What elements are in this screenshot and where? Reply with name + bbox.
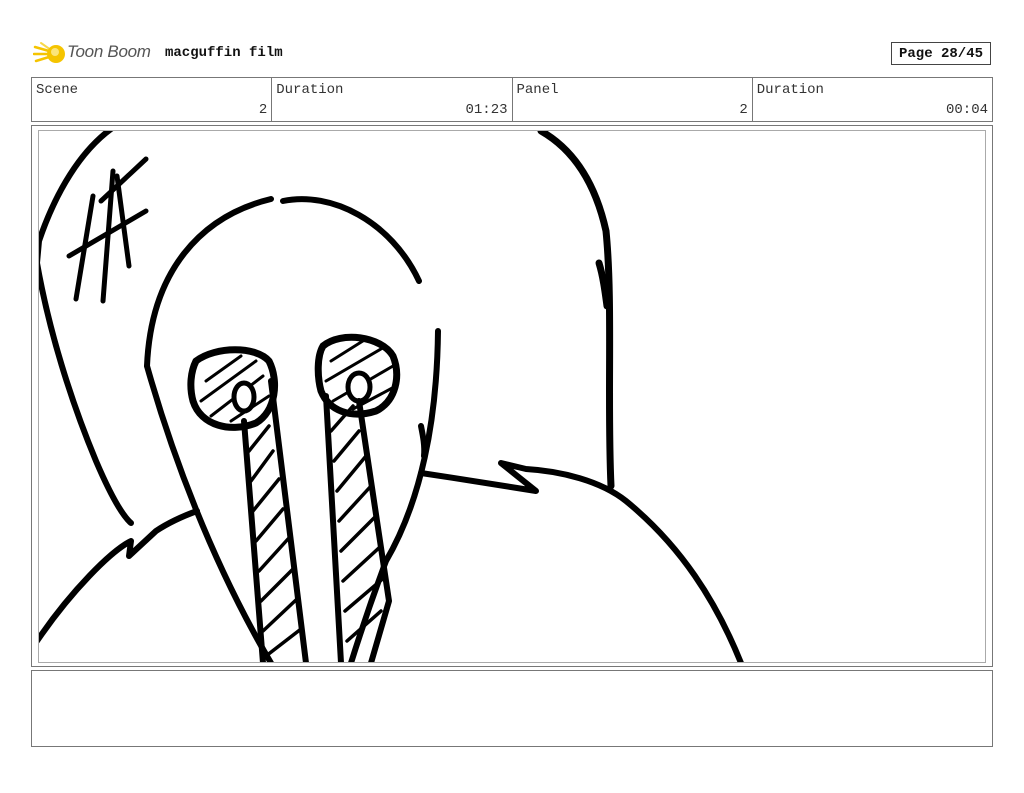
- hood-left-edge: [39, 260, 134, 526]
- scene-value: 2: [258, 102, 268, 118]
- character-sketch: [39, 131, 744, 662]
- panel-value: 2: [739, 102, 748, 118]
- eye-right-pupil: [345, 370, 373, 404]
- scene-duration-cell: Duration 01:23: [272, 78, 513, 121]
- hood-outline: [39, 131, 114, 266]
- scene-label: Scene: [36, 82, 79, 98]
- tear-right: [323, 393, 392, 662]
- scene-cell: Scene 2: [32, 78, 273, 121]
- toon-boom-logo: [33, 38, 67, 70]
- scene-duration-value: 01:23: [465, 102, 508, 118]
- info-table: Scene 2 Duration 01:23 Panel 2 Duration …: [31, 77, 993, 122]
- panel-duration-cell: Duration 00:04: [753, 78, 992, 121]
- panel-drawing-area: [38, 130, 986, 663]
- panel-duration-value: 00:04: [945, 102, 988, 118]
- panel-cell: Panel 2: [513, 78, 753, 121]
- eye-left-pupil: [231, 380, 257, 414]
- panel-label: Panel: [516, 82, 559, 98]
- page-indicator: Page 28/45: [891, 42, 991, 65]
- scene-duration-label: Duration: [276, 82, 344, 98]
- panel-duration-label: Duration: [756, 82, 824, 98]
- shoulder-right: [418, 460, 744, 662]
- comet-logo-icon: [33, 42, 65, 63]
- shoulder-left: [39, 508, 200, 644]
- project-title: macguffin film: [165, 45, 283, 61]
- notes-box: [31, 670, 993, 747]
- mask-outline: [144, 196, 274, 369]
- hood-right-edge: [537, 131, 615, 490]
- brand-name: Toon Boom: [67, 42, 151, 61]
